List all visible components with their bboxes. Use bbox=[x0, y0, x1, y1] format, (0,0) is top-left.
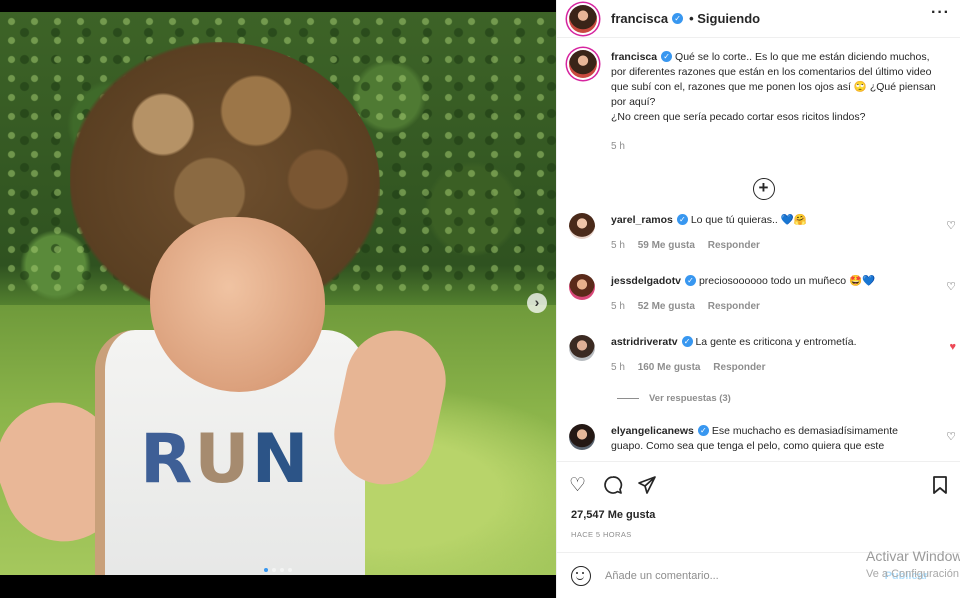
verified-badge-icon: ✓ bbox=[681, 336, 693, 347]
comment-username[interactable]: astridriveratv bbox=[611, 336, 678, 348]
comment-meta: 5 h 160 Me gusta Responder bbox=[611, 360, 921, 375]
comment-time: 5 h bbox=[611, 301, 625, 312]
shirt-letter-n: N bbox=[251, 420, 311, 499]
comment-meta: 5 h 52 Me gusta Responder bbox=[611, 299, 921, 314]
replies-divider bbox=[617, 398, 639, 399]
comment-heart-icon[interactable]: ♡ bbox=[946, 219, 956, 232]
view-replies-button[interactable]: Ver respuestas (3) bbox=[617, 393, 731, 404]
smiley-icon[interactable] bbox=[571, 565, 591, 586]
caption-text-2: ¿No creen que sería pecado cortar esos r… bbox=[611, 111, 866, 123]
reply-button[interactable]: Responder bbox=[713, 362, 765, 373]
caption-text: Qué se lo corte.. Es lo que me están dic… bbox=[611, 51, 936, 108]
likes-count[interactable]: 27,547 Me gusta bbox=[571, 509, 655, 521]
commenter-avatar[interactable] bbox=[569, 335, 595, 361]
comment-heart-icon[interactable]: ♡ bbox=[946, 430, 956, 443]
verified-badge-icon: ✓ bbox=[676, 214, 688, 225]
post-caption: francisca ✓ Qué se lo corte.. Es lo que m… bbox=[557, 38, 960, 154]
author-username[interactable]: francisca bbox=[611, 11, 668, 26]
shirt-letter-u: U bbox=[194, 420, 252, 499]
comment-text: preciosoooooo todo un muñeco 🤩💙 bbox=[698, 275, 876, 287]
post-timestamp: HACE 5 HORAS bbox=[571, 530, 632, 539]
carousel-dots bbox=[264, 568, 292, 572]
comment-text: La gente es criticona y entrometía. bbox=[695, 336, 857, 348]
caption-time: 5 h bbox=[611, 141, 625, 152]
comment-input[interactable] bbox=[605, 569, 835, 582]
carousel-dot bbox=[280, 568, 284, 572]
comment-username[interactable]: elyangelicanews bbox=[611, 425, 694, 437]
shirt-print-text: RUN bbox=[140, 420, 311, 499]
next-slide-button[interactable]: › bbox=[527, 293, 547, 313]
follow-status[interactable]: • Siguiendo bbox=[689, 11, 760, 26]
comment-likes[interactable]: 160 Me gusta bbox=[638, 362, 701, 373]
caption-avatar[interactable] bbox=[569, 50, 597, 78]
heart-icon[interactable]: ♡ bbox=[569, 475, 586, 497]
caption-username[interactable]: francisca bbox=[611, 51, 657, 63]
shirt-letter-r: R bbox=[140, 420, 195, 499]
comment-username[interactable]: jessdelgadotv bbox=[611, 275, 681, 287]
verified-badge-icon: ✓ bbox=[661, 51, 673, 62]
carousel-dot-active bbox=[264, 568, 268, 572]
windows-activation-watermark: Activar Windows bbox=[866, 548, 960, 564]
comment-likes[interactable]: 52 Me gusta bbox=[638, 301, 695, 312]
comment-time: 5 h bbox=[611, 362, 625, 373]
plus-circle-icon[interactable]: + bbox=[752, 178, 775, 200]
comment-text: Lo que tú quieras.. 💙🤗 bbox=[690, 214, 807, 226]
carousel-dot bbox=[272, 568, 276, 572]
reply-button[interactable]: Responder bbox=[708, 301, 760, 312]
commenter-avatar[interactable] bbox=[569, 213, 595, 239]
child-face bbox=[150, 217, 325, 392]
commenter-avatar[interactable] bbox=[569, 274, 595, 300]
follow-status-label: Siguiendo bbox=[697, 11, 761, 26]
comment-likes[interactable]: 59 Me gusta bbox=[638, 240, 695, 251]
comment-heart-liked-icon[interactable]: ♥ bbox=[949, 341, 956, 353]
commenter-avatar[interactable] bbox=[569, 424, 595, 450]
post-actions-bar: ♡ bbox=[569, 475, 948, 497]
verified-badge-icon: ✓ bbox=[672, 13, 684, 24]
comment-item: elyangelicanews ✓ Ese muchacho es demasia… bbox=[569, 424, 960, 454]
comment-time: 5 h bbox=[611, 240, 625, 251]
windows-activation-watermark-2: Ve a Configuración bbox=[866, 568, 959, 580]
post-image[interactable]: RUN › bbox=[0, 12, 556, 575]
comment-meta: 5 h 59 Me gusta Responder bbox=[611, 238, 921, 253]
bookmark-icon[interactable] bbox=[932, 475, 948, 501]
view-replies-label: Ver respuestas (3) bbox=[649, 393, 731, 404]
send-icon[interactable] bbox=[637, 475, 657, 501]
post-header: francisca ✓ • Siguiendo ··· bbox=[557, 0, 960, 38]
comments-scroll-area[interactable]: francisca ✓ Qué se lo corte.. Es lo que m… bbox=[557, 38, 960, 462]
comment-username[interactable]: yarel_ramos bbox=[611, 214, 673, 226]
carousel-dot bbox=[288, 568, 292, 572]
post-details-panel: francisca ✓ • Siguiendo ··· francisca ✓ Q… bbox=[556, 0, 960, 598]
reply-button[interactable]: Responder bbox=[708, 240, 760, 251]
more-horizontal-icon[interactable]: ··· bbox=[931, 4, 950, 22]
comment-heart-icon[interactable]: ♡ bbox=[946, 280, 956, 293]
author-avatar[interactable] bbox=[569, 4, 597, 33]
comment-item: astridriveratv ✓ La gente es criticona y … bbox=[569, 335, 960, 375]
comment-icon[interactable] bbox=[603, 475, 623, 501]
comment-item: jessdelgadotv ✓ preciosoooooo todo un muñ… bbox=[569, 274, 960, 314]
comment-item: yarel_ramos ✓ Lo que tú quieras.. 💙🤗 5 h … bbox=[569, 213, 960, 253]
verified-badge-icon: ✓ bbox=[685, 275, 697, 286]
verified-badge-icon: ✓ bbox=[697, 425, 709, 436]
